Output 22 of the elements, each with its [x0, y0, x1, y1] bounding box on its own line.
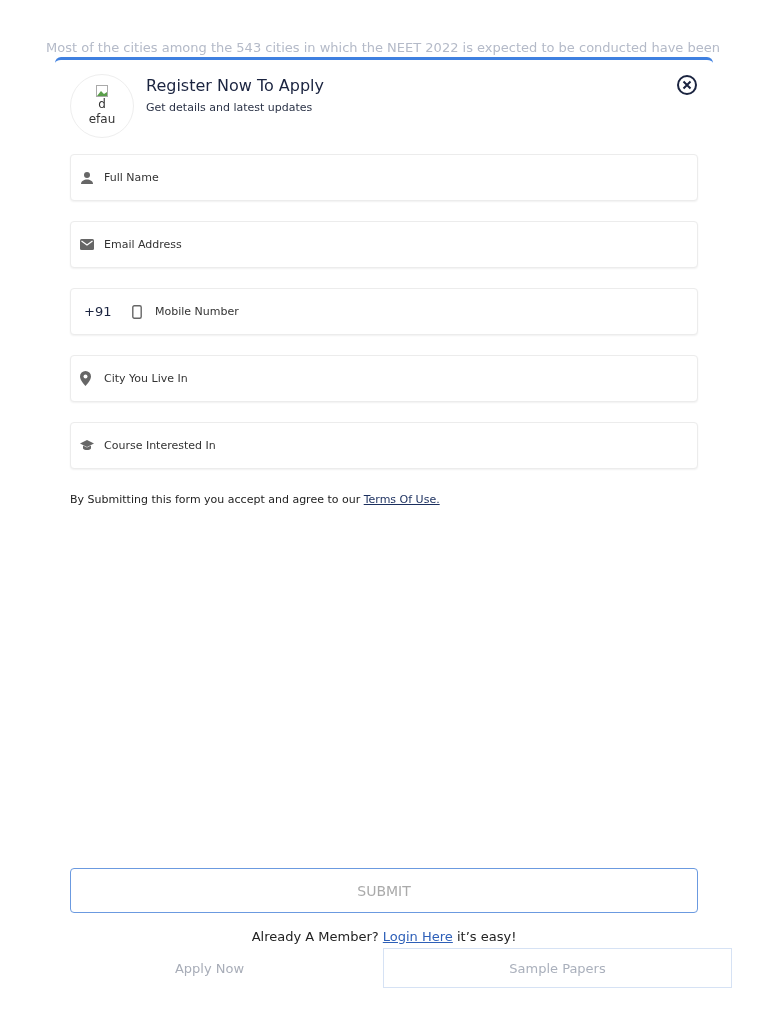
country-code: +91 [84, 304, 112, 319]
mail-icon [80, 239, 94, 250]
input-field[interactable]: Full Name [70, 154, 698, 201]
terms-link[interactable]: Terms Of Use. [363, 493, 440, 506]
broken-image-icon [96, 85, 108, 97]
input-field[interactable]: City You Live In [70, 355, 698, 402]
location-pin-icon [80, 371, 91, 386]
logo-alt-text: d efau [87, 97, 117, 127]
input-field[interactable]: Course Interested In [70, 422, 698, 469]
login-link[interactable]: Login Here [382, 929, 453, 944]
article-text: Most of the cities among the 543 cities in which the NEET 2022 is expected to be conducted have been [46, 40, 721, 55]
submit-button[interactable]: SUBMIT [70, 868, 698, 913]
person-icon [80, 170, 94, 185]
login-prompt: Already A Member? Login Here it’s easy! [250, 929, 518, 944]
input-field[interactable]: Email Address [70, 221, 698, 268]
dialog-title: Register Now To Apply [146, 76, 325, 95]
close-button[interactable] [676, 74, 698, 96]
terms-text: By Submitting this form you accept and agree to our Terms Of Use. [70, 493, 441, 506]
phone-icon [132, 304, 142, 319]
dialog-subtitle: Get details and latest updates [146, 101, 314, 114]
page-button[interactable]: Sample Papers [383, 948, 732, 988]
graduation-cap-icon [80, 440, 94, 451]
